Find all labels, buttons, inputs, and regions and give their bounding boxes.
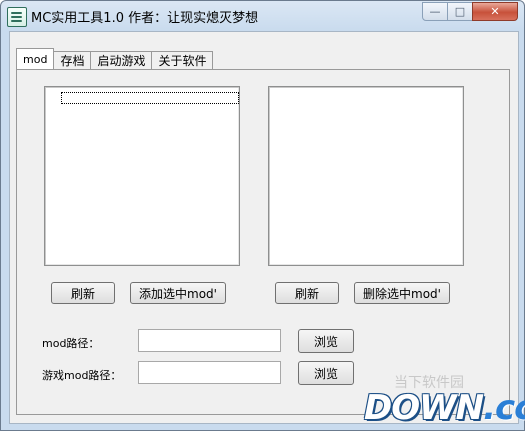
mod-path-input[interactable]	[138, 329, 281, 352]
tab-panel-mod: 刷新 添加选中mod' 刷新 删除选中mod' mod路径： 浏览 游戏mod路…	[16, 69, 510, 415]
watermark-suffix: .cc	[483, 388, 525, 428]
watermark-text: DOWN.cc	[364, 388, 525, 428]
add-mod-button[interactable]: 添加选中mod'	[130, 282, 226, 304]
tab-saves[interactable]: 存档	[53, 51, 92, 69]
game-mod-path-label: 游戏mod路径：	[42, 369, 122, 382]
game-mod-path-input[interactable]	[138, 361, 281, 384]
minimize-button[interactable]: —	[422, 2, 448, 21]
maximize-button[interactable]: □	[447, 2, 473, 21]
app-icon	[7, 7, 27, 27]
refresh-left-button[interactable]: 刷新	[51, 282, 115, 304]
mod-path-label: mod路径：	[42, 337, 100, 350]
list-focus-rect	[61, 92, 239, 104]
title-bar[interactable]: MC实用工具1.0 作者：让现实熄灭梦想 — □ ✕	[1, 1, 524, 31]
watermark-logo: 当下软件园 DOWN.cc	[364, 375, 525, 429]
client-area: mod 存档 启动游戏 关于软件 刷新 添加选中mod' 刷新 删除选中mod'…	[9, 31, 519, 424]
tab-mod[interactable]: mod	[16, 48, 55, 69]
installed-mods-list[interactable]	[268, 86, 464, 266]
tab-launch-game[interactable]: 启动游戏	[90, 51, 153, 69]
delete-mod-button[interactable]: 删除选中mod'	[354, 282, 450, 304]
browse-game-button[interactable]: 浏览	[298, 361, 354, 385]
window-controls: — □ ✕	[422, 2, 518, 21]
available-mods-list[interactable]	[44, 86, 240, 266]
close-button[interactable]: ✕	[472, 2, 518, 21]
watermark-main: DOWN	[364, 388, 484, 428]
tab-strip: mod 存档 启动游戏 关于软件	[16, 48, 214, 69]
tab-about[interactable]: 关于软件	[151, 51, 214, 69]
app-window: MC实用工具1.0 作者：让现实熄灭梦想 — □ ✕ mod 存档 启动游戏 关…	[0, 0, 525, 431]
browse-mod-button[interactable]: 浏览	[298, 329, 354, 353]
refresh-right-button[interactable]: 刷新	[275, 282, 339, 304]
window-title: MC实用工具1.0 作者：让现实熄灭梦想	[31, 11, 259, 26]
